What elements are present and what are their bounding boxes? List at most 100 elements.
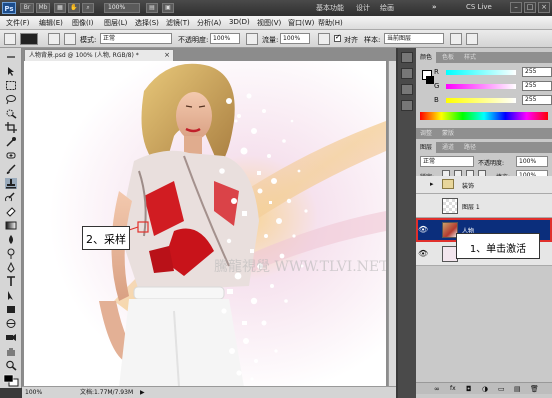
pressure-size-icon[interactable]: [466, 33, 478, 45]
layer-row-decoration[interactable]: ▸ 装饰: [416, 176, 552, 194]
tab-color[interactable]: 颜色: [416, 52, 437, 63]
fx-icon[interactable]: fx: [450, 385, 456, 392]
menu-edit[interactable]: 编辑(E): [39, 18, 63, 28]
menu-3d[interactable]: 3D(D): [229, 18, 250, 26]
hand-tool-icon[interactable]: [5, 346, 17, 357]
status-arrow-icon[interactable]: ▶: [140, 387, 145, 398]
status-zoom[interactable]: 100%: [25, 387, 42, 398]
cs-live-button[interactable]: CS Live: [466, 3, 492, 11]
opacity-input[interactable]: 100%: [210, 33, 240, 44]
blend-mode-select[interactable]: 正常: [100, 33, 172, 44]
menu-analysis[interactable]: 分析(A): [197, 18, 221, 28]
layer-opacity-input[interactable]: 100%: [516, 156, 548, 167]
minibridge-button[interactable]: Mb: [36, 3, 50, 13]
lasso-tool-icon[interactable]: [5, 94, 17, 105]
blur-tool-icon[interactable]: [5, 234, 17, 245]
airbrush-icon[interactable]: [318, 33, 330, 45]
tab-styles[interactable]: 样式: [460, 52, 480, 63]
zoom-view-button[interactable]: ⌕: [82, 3, 94, 13]
actions-panel-icon[interactable]: [401, 68, 413, 79]
3d-rotate-tool-icon[interactable]: [5, 318, 17, 329]
aligned-checkbox[interactable]: [334, 33, 341, 42]
close-app-button[interactable]: ×: [538, 2, 550, 13]
visibility-eye-icon[interactable]: 👁: [418, 225, 428, 235]
hand-view-button[interactable]: ✋: [68, 3, 80, 13]
channel-r-slider[interactable]: [446, 70, 516, 75]
close-document-icon[interactable]: ×: [164, 50, 170, 61]
folder-icon[interactable]: ▭: [498, 385, 505, 393]
canvas[interactable]: 騰龍視覺 WWW.TLVI.NET 2、采样: [24, 61, 386, 387]
bridge-button[interactable]: Br: [20, 3, 34, 13]
marquee-tool-icon[interactable]: [5, 80, 17, 91]
crop-tool-icon[interactable]: [5, 122, 17, 133]
view-extras-button[interactable]: ▦: [54, 3, 66, 13]
brush-picker[interactable]: [20, 33, 38, 45]
menu-layer[interactable]: 图层(L): [104, 18, 127, 28]
layer-row-layer1[interactable]: 图层 1: [416, 194, 552, 218]
clone-stamp-tool-icon[interactable]: [5, 178, 17, 189]
channel-r-input[interactable]: 255: [522, 67, 552, 77]
clone-stamp-preset-icon[interactable]: [4, 33, 16, 45]
move-tool-icon[interactable]: [5, 66, 17, 77]
screen-mode-button[interactable]: ▣: [162, 3, 174, 13]
menu-file[interactable]: 文件(F): [6, 18, 30, 28]
history-panel-icon[interactable]: [401, 52, 413, 63]
path-selection-tool-icon[interactable]: [5, 290, 17, 301]
link-icon[interactable]: ∞: [434, 385, 440, 393]
channel-g-slider[interactable]: [446, 84, 516, 89]
history-brush-tool-icon[interactable]: [5, 192, 17, 203]
arrange-documents-button[interactable]: ▤: [146, 3, 158, 13]
tab-swatches[interactable]: 色板: [438, 52, 458, 63]
pressure-opacity-icon[interactable]: [246, 33, 258, 45]
3d-camera-tool-icon[interactable]: [5, 332, 17, 343]
brush-panel-toggle-icon[interactable]: [48, 33, 60, 45]
vertical-scrollbar[interactable]: [388, 61, 396, 387]
quick-selection-tool-icon[interactable]: [5, 108, 17, 119]
eyedropper-tool-icon[interactable]: [5, 136, 17, 147]
workspace-design[interactable]: 设计: [356, 3, 370, 13]
sample-select[interactable]: 当前图层: [384, 33, 444, 44]
visibility-eye-icon[interactable]: 👁: [418, 249, 428, 259]
color-spectrum-bar[interactable]: [420, 112, 548, 120]
healing-brush-tool-icon[interactable]: [5, 150, 17, 161]
expand-group-icon[interactable]: ▸: [430, 180, 434, 188]
ignore-adjustment-layers-icon[interactable]: [450, 33, 462, 45]
workspace-painting[interactable]: 绘画: [380, 3, 394, 13]
menu-window[interactable]: 窗口(W): [288, 18, 314, 28]
mask-icon[interactable]: ◘: [466, 385, 472, 393]
maximize-button[interactable]: □: [524, 2, 536, 13]
clone-source-panel-icon[interactable]: [64, 33, 76, 45]
flow-input[interactable]: 100%: [280, 33, 310, 44]
menu-help[interactable]: 帮助(H): [318, 18, 343, 28]
zoom-level-select[interactable]: 100%: [104, 3, 140, 13]
tab-paths[interactable]: 路径: [460, 142, 480, 153]
workspace-more-button[interactable]: »: [432, 3, 437, 11]
visibility-eye-icon[interactable]: [418, 201, 428, 211]
menu-view[interactable]: 视图(V): [257, 18, 281, 28]
document-tab[interactable]: 人物背景.psd @ 100% (人物, RGB/8) * ×: [24, 49, 174, 61]
zoom-tool-icon[interactable]: [5, 360, 17, 371]
pen-tool-icon[interactable]: [5, 261, 17, 273]
menu-filter[interactable]: 滤镜(T): [166, 18, 190, 28]
brushes-panel-icon[interactable]: [401, 84, 413, 95]
gradient-tool-icon[interactable]: [5, 220, 17, 231]
brush-tool-icon[interactable]: [5, 164, 17, 175]
menu-select[interactable]: 选择(S): [135, 18, 159, 28]
channel-b-slider[interactable]: [446, 98, 516, 103]
background-color-swatch[interactable]: [426, 76, 434, 84]
menu-image[interactable]: 图像(I): [72, 18, 94, 28]
layer-blend-mode-select[interactable]: 正常: [420, 156, 474, 167]
collapse-tools-icon[interactable]: [5, 52, 17, 63]
tab-channels[interactable]: 通道: [438, 142, 458, 153]
minimize-button[interactable]: –: [510, 2, 522, 13]
clone-source-panel-strip-icon[interactable]: [401, 100, 413, 111]
tab-masks[interactable]: 蒙版: [438, 128, 458, 139]
workspace-essentials[interactable]: 基本功能: [316, 3, 344, 13]
channel-g-input[interactable]: 255: [522, 81, 552, 91]
tab-layers[interactable]: 图层: [416, 142, 437, 153]
channel-b-input[interactable]: 255: [522, 95, 552, 105]
dodge-tool-icon[interactable]: [5, 248, 17, 259]
adjustment-icon[interactable]: ◑: [482, 385, 488, 393]
new-layer-icon[interactable]: ▤: [514, 385, 521, 393]
type-tool-icon[interactable]: [5, 276, 17, 287]
